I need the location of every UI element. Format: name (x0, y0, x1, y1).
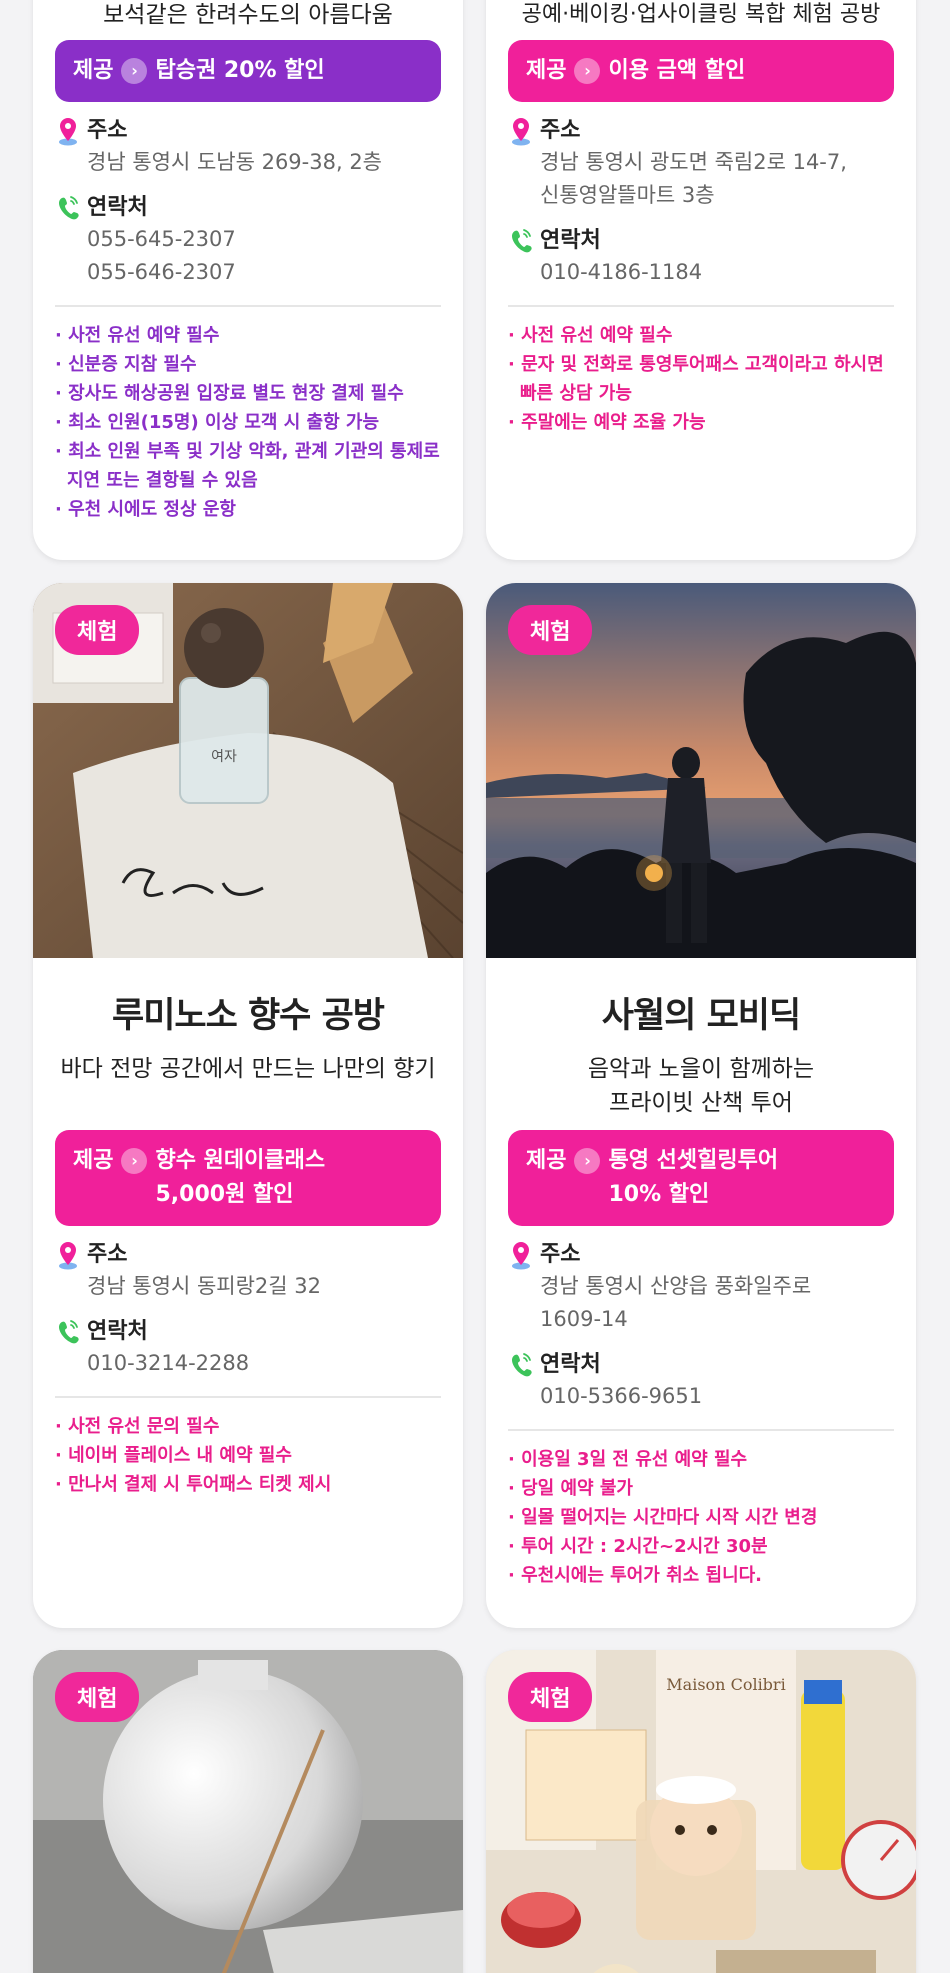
phone-icon (59, 196, 79, 220)
notes-list: · 사전 유선 문의 필수 · 네이버 플레이스 내 예약 필수 · 만나서 결… (55, 1412, 441, 1499)
tourpass-partner-list: 보석같은 한려수도의 아름다움 제공 › 탑승권 20% 할인 주소 경남 통영… (0, 0, 950, 1973)
note-item: · 최소 인원 부족 및 기상 악화, 관계 기관의 통제로 지연 또는 결항될… (55, 441, 440, 491)
offer-text: 이용 금액 할인 (608, 58, 746, 83)
address-value: 경남 통영시 광도면 죽림2로 14-7, 신통영알뜰마트 3층 (540, 150, 847, 207)
address-label: 주소 (87, 118, 128, 143)
chevron-right-icon: › (121, 1148, 148, 1174)
note-item: · 이용일 3일 전 유선 예약 필수 (508, 1449, 748, 1470)
contact-label: 연락처 (87, 195, 148, 220)
location-pin-icon (512, 1242, 530, 1270)
note-item: · 사전 유선 예약 필수 (55, 325, 220, 346)
location-pin-icon (59, 1242, 77, 1270)
sunset-photo: 체험 (486, 583, 916, 958)
contact-value: 055-645-2307 055-646-2307 (87, 227, 236, 284)
contact-value: 010-5366-9651 (540, 1384, 703, 1408)
perfume-photo: 여자 체험 (33, 583, 463, 958)
note-item: · 만나서 결제 시 투어패스 티켓 제시 (55, 1474, 332, 1495)
note-item: · 우천시에는 투어가 취소 됩니다. (508, 1565, 763, 1586)
note-item: · 장사도 해상공원 입장료 별도 현장 결제 필수 (55, 383, 404, 404)
contact-label: 연락처 (540, 1352, 601, 1377)
baking-photo: Maison Colibri 체험 (486, 1650, 916, 1973)
phone-icon (512, 229, 532, 253)
offer-banner: 제공 › 이용 금액 할인 (508, 40, 894, 102)
partner-subtitle: 음악과 노을이 함께하는 프라이빗 산책 투어 (587, 1056, 815, 1116)
offer-label: 제공 (73, 1148, 114, 1173)
offer-label: 제공 (526, 58, 567, 83)
svg-text:여자: 여자 (211, 749, 237, 765)
offer-banner: 제공 › 탑승권 20% 할인 (55, 40, 441, 102)
note-item: · 사전 유선 예약 필수 (508, 325, 673, 346)
notes-list: · 사전 유선 예약 필수 · 문자 및 전화로 통영투어패스 고객이라고 하시… (508, 321, 894, 437)
chevron-right-icon: › (121, 58, 148, 84)
location-pin-icon (512, 118, 530, 146)
note-item: · 문자 및 전화로 통영투어패스 고객이라고 하시면 빠른 상담 가능 (508, 354, 884, 404)
offer-text: 탑승권 20% 할인 (155, 58, 325, 83)
contact-value: 010-4186-1184 (540, 260, 703, 284)
offer-label: 제공 (73, 58, 114, 83)
divider (508, 1429, 894, 1431)
note-item: · 주말에는 예약 조율 가능 (508, 412, 706, 433)
partner-card[interactable]: 체험 사월의 모비딕 음악과 노을이 함께하는 프라이빗 산책 투어 제공 › … (486, 583, 916, 1628)
partner-card[interactable]: 체험 (33, 1650, 463, 1973)
category-tag: 체험 (55, 605, 140, 655)
note-item: · 사전 유선 문의 필수 (55, 1416, 220, 1437)
partner-subtitle: 보석같은 한려수도의 아름다움 (103, 2, 393, 28)
notes-list: · 이용일 3일 전 유선 예약 필수 · 당일 예약 불가 · 일몰 떨어지는… (508, 1445, 894, 1590)
category-tag: 체험 (508, 605, 593, 655)
notes-list: · 사전 유선 예약 필수 · 신분증 지참 필수 · 장사도 해상공원 입장료… (55, 321, 441, 524)
divider (55, 1396, 441, 1398)
address-heading: 주소 (55, 1240, 441, 1270)
contact-heading: 연락처 (508, 1350, 894, 1380)
partner-card[interactable]: Maison Colibri 체험 (486, 1650, 916, 1973)
location-pin-icon (59, 118, 77, 146)
contact-label: 연락처 (87, 1319, 148, 1344)
offer-banner: 제공 › 향수 원데이클래스 5,000원 할인 (55, 1130, 441, 1226)
address-value: 경남 통영시 산양읍 풍화일주로 1609-14 (540, 1274, 812, 1331)
address-label: 주소 (540, 1242, 581, 1267)
address-heading: 주소 (508, 1240, 894, 1270)
contact-label: 연락처 (540, 228, 601, 253)
divider (508, 305, 894, 307)
note-item: · 당일 예약 불가 (508, 1478, 633, 1499)
divider (55, 305, 441, 307)
category-tag: 체험 (508, 1672, 593, 1722)
note-item: · 신분증 지참 필수 (55, 354, 197, 375)
contact-heading: 연락처 (508, 226, 894, 256)
offer-label: 제공 (526, 1148, 567, 1173)
incense-photo: 체험 (33, 1650, 463, 1973)
note-item: · 일몰 떨어지는 시간마다 시작 시간 변경 (508, 1507, 818, 1528)
partner-subtitle: 바다 전망 공간에서 만드는 나만의 향기 (60, 1056, 436, 1082)
phone-icon (59, 1320, 79, 1344)
note-item: · 우천 시에도 정상 운항 (55, 499, 236, 520)
offer-banner: 제공 › 통영 선셋힐링투어 10% 할인 (508, 1130, 894, 1226)
address-value: 경남 통영시 동피랑2길 32 (87, 1274, 321, 1298)
offer-text: 향수 원데이클래스 5,000원 할인 (155, 1148, 326, 1207)
phone-icon (512, 1353, 532, 1377)
note-item: · 네이버 플레이스 내 예약 필수 (55, 1445, 292, 1466)
partner-card[interactable]: 보석같은 한려수도의 아름다움 제공 › 탑승권 20% 할인 주소 경남 통영… (33, 0, 463, 560)
address-label: 주소 (87, 1242, 128, 1267)
partner-subtitle: 공예·베이킹·업사이클링 복합 체험 공방 (521, 2, 881, 27)
note-item: · 투어 시간 : 2시간~2시간 30분 (508, 1536, 768, 1557)
address-label: 주소 (540, 118, 581, 143)
address-heading: 주소 (508, 116, 894, 146)
offer-text: 통영 선셋힐링투어 10% 할인 (608, 1148, 779, 1207)
address-heading: 주소 (55, 116, 441, 146)
partner-card[interactable]: 여자 체험 루미노소 향수 공방 바다 전망 공간에서 만드는 나만의 향기 제… (33, 583, 463, 1628)
contact-heading: 연락처 (55, 193, 441, 223)
category-tag: 체험 (55, 1672, 140, 1722)
contact-heading: 연락처 (55, 1317, 441, 1347)
contact-value: 010-3214-2288 (87, 1351, 250, 1375)
chevron-right-icon: › (574, 58, 601, 84)
partner-card[interactable]: 공예·베이킹·업사이클링 복합 체험 공방 제공 › 이용 금액 할인 주소 경… (486, 0, 916, 560)
note-item: · 최소 인원(15명) 이상 모객 시 출항 가능 (55, 412, 380, 433)
chevron-right-icon: › (574, 1148, 601, 1174)
address-value: 경남 통영시 도남동 269-38, 2층 (87, 150, 382, 174)
partner-title: 사월의 모비딕 (601, 996, 801, 1036)
partner-title: 루미노소 향수 공방 (112, 996, 385, 1036)
package-brand-text: Maison Colibri (666, 1675, 785, 1694)
